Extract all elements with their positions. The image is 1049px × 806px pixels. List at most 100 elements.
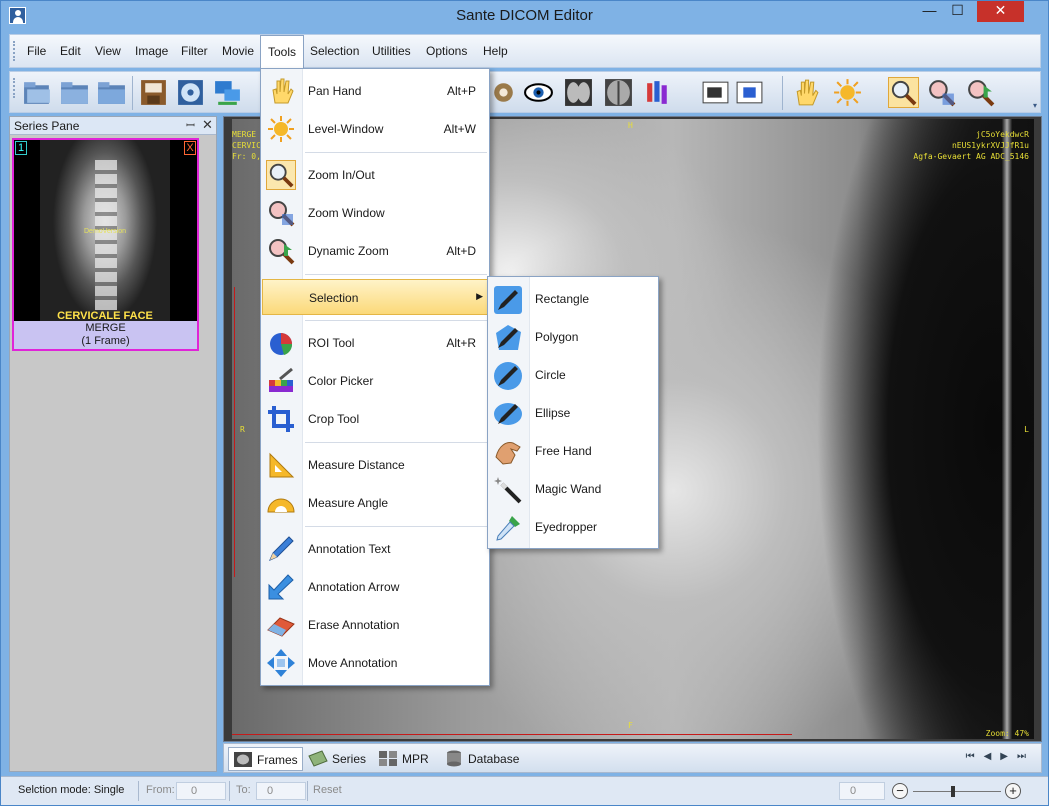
free-hand-icon (495, 442, 521, 465)
menu-options[interactable]: Options (419, 35, 474, 67)
submenu-item-eyedropper[interactable]: Eyedropper (489, 508, 657, 546)
toolbar-overflow-icon[interactable]: ▾ (1033, 101, 1037, 110)
zoom-window-icon (269, 201, 295, 227)
submenu-item-label: Ellipse (535, 406, 571, 420)
menu-utilities[interactable]: Utilities (365, 35, 418, 67)
slider-thumb[interactable] (951, 786, 955, 797)
zoom-out-button[interactable]: − (892, 783, 908, 799)
reset-button[interactable]: Reset (313, 784, 342, 796)
database-icon (447, 750, 461, 767)
network-icon[interactable] (212, 77, 243, 108)
menu-item-measure-distance[interactable]: Measure Distance (262, 447, 488, 483)
burn-cd-icon[interactable] (175, 77, 206, 108)
menu-separator (305, 442, 487, 443)
close-pane-icon[interactable]: ✕ (202, 117, 213, 133)
zoom-slider[interactable]: − + (889, 783, 1024, 801)
tools-menu: Pan Hand Alt+P Level-Window Alt+W Zoom I… (260, 68, 490, 686)
menu-help[interactable]: Help (476, 35, 515, 67)
submenu-item-polygon[interactable]: Polygon (489, 318, 657, 356)
roi-icon (270, 333, 293, 355)
menu-item-crop-tool[interactable]: Crop Tool (262, 401, 488, 437)
menu-item-label: Level-Window (308, 122, 384, 136)
menu-item-measure-angle[interactable]: Measure Angle (262, 485, 488, 521)
to-field[interactable]: 0 (256, 782, 306, 800)
zoom-field[interactable]: 0 (839, 782, 885, 800)
slider-track[interactable] (913, 791, 1001, 792)
menu-item-roi-tool[interactable]: ROI Tool Alt+R (262, 325, 488, 361)
menu-file[interactable]: File (20, 35, 53, 67)
menu-item-dynamic-zoom[interactable]: Dynamic Zoom Alt+D (262, 233, 488, 269)
chest-xray-icon[interactable] (563, 77, 594, 108)
zoom-window-icon[interactable] (926, 77, 957, 108)
pan-hand-icon[interactable] (790, 77, 821, 108)
menu-item-annotation-arrow[interactable]: Annotation Arrow (262, 569, 488, 605)
screen-capture-icon[interactable] (700, 77, 731, 108)
menu-image[interactable]: Image (128, 35, 175, 67)
from-field[interactable]: 0 (176, 782, 226, 800)
thumbnail-watermark: DemoVersion (84, 228, 127, 235)
submenu-item-rectangle[interactable]: Rectangle (489, 280, 657, 318)
fiducials-icon[interactable] (488, 77, 519, 108)
zoom-in-out-icon[interactable] (888, 77, 919, 108)
menubar-grip[interactable] (13, 41, 16, 61)
submenu-item-free-hand[interactable]: Free Hand (489, 432, 657, 470)
eye-icon[interactable] (523, 77, 554, 108)
pin-icon[interactable]: ꟷ (186, 118, 195, 133)
tab-frames[interactable]: Frames (228, 747, 303, 771)
menu-filter[interactable]: Filter (174, 35, 215, 67)
pencil-icon (269, 536, 294, 561)
status-separator (229, 781, 230, 801)
menu-item-label: Annotation Text (308, 542, 391, 556)
folder-icon[interactable] (59, 77, 90, 108)
window-title: Sante DICOM Editor (456, 7, 593, 24)
series-thumbnail[interactable]: 1 X DemoVersion CERVICALE FACE MERGE (1 … (12, 138, 199, 351)
frame-navigation[interactable]: ⏮◀▶⏭ (966, 751, 1035, 762)
menu-item-label: Measure Angle (308, 496, 389, 510)
menu-item-zoom-in-out[interactable]: Zoom In/Out (262, 157, 488, 193)
toolbar-separator (782, 76, 783, 110)
menu-item-annotation-text[interactable]: Annotation Text (262, 531, 488, 567)
open-folder-icon[interactable] (22, 77, 53, 108)
menu-item-zoom-window[interactable]: Zoom Window (262, 195, 488, 231)
submenu-item-ellipse[interactable]: Ellipse (489, 394, 657, 432)
brain-scan-icon[interactable] (603, 77, 634, 108)
menu-tools[interactable]: Tools (260, 35, 305, 69)
level-window-icon[interactable] (832, 77, 863, 108)
sun-icon (268, 116, 294, 142)
save-icon[interactable] (138, 77, 169, 108)
folder-series-icon[interactable] (96, 77, 127, 108)
menu-bar: File Edit View Image Filter Movie Tools … (9, 34, 1041, 69)
menu-selection[interactable]: Selection (303, 35, 366, 67)
frames-icon (234, 752, 252, 767)
menu-item-selection[interactable]: Selection ▶ (262, 279, 488, 315)
tab-mpr[interactable]: MPR (374, 747, 433, 771)
menu-item-pan-hand[interactable]: Pan Hand Alt+P (262, 73, 488, 109)
annotate-image-icon[interactable] (734, 77, 765, 108)
remove-thumbnail-button[interactable]: X (184, 141, 196, 155)
orientation-marker-left: L (1024, 425, 1029, 434)
menu-edit[interactable]: Edit (53, 35, 88, 67)
maximize-button[interactable]: ☐ (944, 1, 971, 22)
submenu-item-circle[interactable]: Circle (489, 356, 657, 394)
overlay-line: nEUS1ykrXVJJfR1u (951, 141, 1029, 150)
toolbar-grip[interactable] (13, 78, 16, 98)
tab-label: Database (468, 752, 520, 766)
3d-render-icon[interactable] (643, 77, 674, 108)
menu-movie[interactable]: Movie (215, 35, 261, 67)
tab-database[interactable]: Database (440, 747, 523, 771)
tab-label: MPR (402, 752, 429, 766)
zoom-in-button[interactable]: + (1005, 783, 1021, 799)
dynamic-zoom-icon[interactable] (965, 77, 996, 108)
submenu-item-magic-wand[interactable]: Magic Wand (489, 470, 657, 508)
menu-view[interactable]: View (88, 35, 128, 67)
view-tab-bar: Frames Series MPR Database ⏮◀▶⏭ (223, 743, 1042, 773)
minimize-button[interactable]: — (916, 1, 943, 22)
menu-item-color-picker[interactable]: Color Picker (262, 363, 488, 399)
menu-item-level-window[interactable]: Level-Window Alt+W (262, 111, 488, 147)
close-button[interactable]: ✕ (977, 1, 1024, 22)
status-bar: Selction mode: Single From: 0 To: 0 Rese… (1, 776, 1048, 805)
menu-item-erase-annotation[interactable]: Erase Annotation (262, 607, 488, 643)
pen-circle-icon (494, 362, 522, 390)
menu-item-move-annotation[interactable]: Move Annotation (262, 645, 488, 681)
tab-series[interactable]: Series (304, 747, 370, 771)
